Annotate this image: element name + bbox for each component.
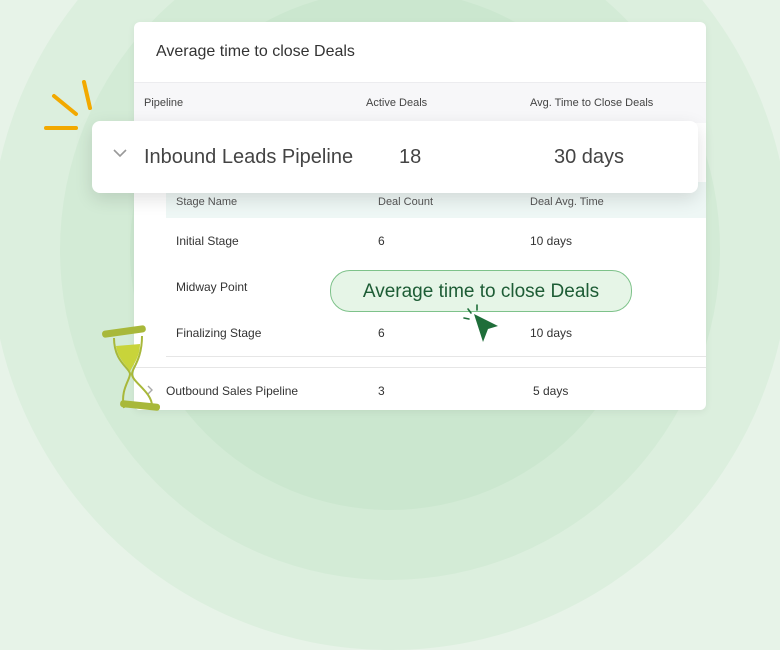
table-header: Pipeline Active Deals Avg. Time to Close…: [134, 82, 706, 123]
hourglass-icon: [102, 325, 160, 411]
deal-count: 6: [378, 326, 385, 340]
stage-name: Finalizing Stage: [176, 326, 262, 340]
col-pipeline[interactable]: Pipeline: [144, 97, 183, 109]
inbound-pipeline-row[interactable]: Inbound Leads Pipeline 18 30 days: [92, 121, 698, 193]
active-deals: 3: [378, 384, 385, 398]
deal-count: 6: [378, 234, 385, 248]
deals-card: Average time to close Deals Pipeline Act…: [134, 22, 706, 410]
active-deals: 18: [399, 146, 422, 168]
pipeline-name: Outbound Sales Pipeline: [166, 384, 299, 398]
deal-avg-time: 10 days: [530, 234, 573, 248]
chevron-down-icon[interactable]: [112, 147, 128, 159]
avg-time: 5 days: [533, 384, 569, 398]
table-row[interactable]: Finalizing Stage 6 10 days: [166, 310, 706, 357]
col-deal-count[interactable]: Deal Count: [378, 196, 433, 208]
col-stage-name[interactable]: Stage Name: [176, 196, 237, 208]
avg-time: 30 days: [554, 146, 625, 168]
col-avg-time[interactable]: Avg. Time to Close Deals: [530, 97, 653, 109]
deal-avg-time: 10 days: [530, 326, 573, 340]
stage-name: Initial Stage: [176, 234, 239, 248]
col-deal-avg-time[interactable]: Deal Avg. Time: [530, 196, 604, 208]
stage-name: Midway Point: [176, 280, 248, 294]
table-row[interactable]: Initial Stage 6 10 days: [166, 218, 706, 265]
card-title: Average time to close Deals: [156, 43, 355, 60]
cursor-icon: [463, 304, 498, 342]
pipeline-name: Inbound Leads Pipeline: [144, 146, 354, 168]
col-active-deals[interactable]: Active Deals: [366, 97, 427, 109]
tooltip-label: Average time to close Deals: [362, 281, 600, 302]
outbound-pipeline-row[interactable]: Outbound Sales Pipeline 3 5 days: [134, 367, 706, 410]
sparkle-icon: [44, 80, 92, 130]
